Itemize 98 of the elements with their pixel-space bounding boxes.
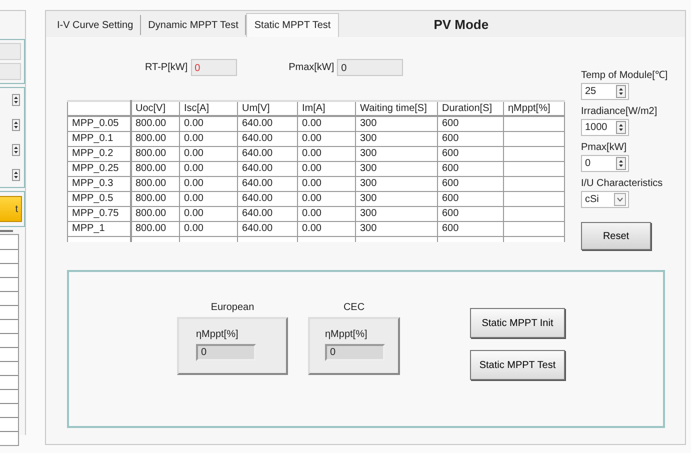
table-cell: 800.00	[130, 146, 180, 161]
table-cell: 0.00	[298, 116, 356, 131]
spinner-field[interactable]: 0	[581, 155, 629, 172]
table-cell: 800.00	[130, 176, 180, 191]
readout-field: 0	[190, 59, 237, 76]
spinner-icon[interactable]	[616, 121, 626, 134]
table-cell: 0.00	[298, 206, 356, 221]
row-header: MPP_0.2	[68, 146, 130, 161]
column-header: Duration[S]	[438, 101, 504, 116]
table-cell: 300	[356, 131, 438, 146]
table-cell: 800.00	[130, 221, 180, 236]
row-header: MPP_0.5	[68, 191, 130, 206]
column-header: Uoc[V]	[130, 101, 180, 116]
table-cell: 600	[438, 116, 504, 131]
spinner-icon[interactable]	[12, 144, 20, 156]
table-cell: 640.00	[238, 176, 298, 191]
table-cell: 800.00	[130, 191, 180, 206]
table-cell: 600	[438, 176, 504, 191]
tab[interactable]: Static MPPT Test	[246, 13, 339, 37]
input-field[interactable]	[0, 63, 21, 80]
readout-field: 0	[337, 59, 404, 76]
column-header: Um[V]	[238, 101, 298, 116]
table-cell: 640.00	[238, 116, 298, 131]
table-cell: 800.00	[130, 116, 180, 131]
group-title: European	[210, 302, 254, 314]
indicator-field: 0	[325, 344, 385, 361]
reset-button[interactable]: Reset	[581, 222, 651, 250]
mode-title: PV Mode	[434, 16, 489, 32]
row-header: MPP_0.1	[68, 131, 130, 146]
spinner-icon[interactable]	[12, 169, 20, 181]
indicator-field: 0	[196, 344, 256, 361]
table-cell: 0.00	[298, 131, 356, 146]
table-cell: 0.00	[180, 116, 238, 131]
spinner-field[interactable]: 25	[581, 83, 629, 100]
table-cell: 0.00	[298, 176, 356, 191]
table-cell: 0.00	[298, 146, 356, 161]
table-cell: 0.00	[180, 191, 238, 206]
table-cell: 0.00	[180, 176, 238, 191]
table-cell: 600	[438, 206, 504, 221]
spinner-icon[interactable]	[12, 94, 20, 106]
spinner-icon[interactable]	[616, 157, 626, 170]
table-cell: 300	[356, 206, 438, 221]
table-cell: 0.00	[298, 221, 356, 236]
table-cell: 0.00	[180, 206, 238, 221]
table-cell: 0.00	[180, 131, 238, 146]
table-cell: 600	[438, 131, 504, 146]
table-cell: 300	[356, 221, 438, 236]
table-cell: 0.00	[298, 161, 356, 176]
column-header: Isc[A]	[180, 101, 238, 116]
table-cell: 640.00	[238, 191, 298, 206]
table-cell: 640.00	[238, 161, 298, 176]
table-cell: 600	[438, 191, 504, 206]
group-title: CEC	[343, 302, 365, 314]
test-button[interactable]: Static MPPT Init	[470, 308, 565, 338]
indicator-label: ηMppt[%]	[196, 329, 240, 341]
spinner-field[interactable]: 1000	[581, 119, 629, 136]
tab[interactable]: I-V Curve Setting	[50, 15, 142, 35]
row-header: MPP_0.75	[68, 206, 130, 221]
dropdown[interactable]: cSi	[581, 191, 629, 208]
table-cell: 300	[356, 161, 438, 176]
column-header: Im[A]	[298, 101, 356, 116]
test-button[interactable]: Static MPPT Test	[470, 350, 565, 380]
table-cell: 0.00	[180, 161, 238, 176]
table-cell: 640.00	[238, 146, 298, 161]
table-cell: 640.00	[238, 221, 298, 236]
column-header: ηMppt[%]	[504, 101, 564, 116]
table-cell: 600	[438, 146, 504, 161]
spinner-icon[interactable]	[616, 85, 626, 98]
row-header: MPP_0.25	[68, 161, 130, 176]
spinner-icon[interactable]	[12, 119, 20, 131]
table-cell: 600	[438, 221, 504, 236]
table-cell: 800.00	[130, 161, 180, 176]
table-cell: 300	[356, 191, 438, 206]
column-header: Waiting time[S]	[356, 101, 438, 116]
table-corner	[68, 101, 130, 116]
setting-label: Temp of Module[℃]	[581, 69, 668, 81]
input-field[interactable]	[0, 43, 21, 60]
indicator-label: ηMppt[%]	[325, 329, 368, 341]
table-cell: 0.00	[180, 146, 238, 161]
table-cell: 800.00	[130, 131, 180, 146]
setting-label: Irradiance[W/m2]	[581, 106, 658, 117]
row-header: MPP_0.3	[68, 176, 130, 191]
readout-label: RT-P[kW]	[145, 61, 188, 75]
setting-label: Pmax[kW]	[581, 142, 628, 153]
row-header: MPP_1	[68, 221, 130, 236]
test-button[interactable]: t	[0, 196, 22, 222]
row-header: MPP_0.05	[68, 116, 130, 131]
table-cell: 600	[438, 161, 504, 176]
table-cell: 0.00	[180, 221, 238, 236]
readout-label: Pmax[kW]	[288, 61, 334, 75]
table-cell: 300	[356, 116, 438, 131]
table-cell: 640.00	[238, 206, 298, 221]
setting-label: I/U Characteristics	[581, 178, 664, 189]
table-cell: 800.00	[130, 206, 180, 221]
table-cell: 300	[356, 176, 438, 191]
table-cell: 0.00	[298, 191, 356, 206]
table-cell: 300	[356, 146, 438, 161]
table-cell: 640.00	[238, 131, 298, 146]
